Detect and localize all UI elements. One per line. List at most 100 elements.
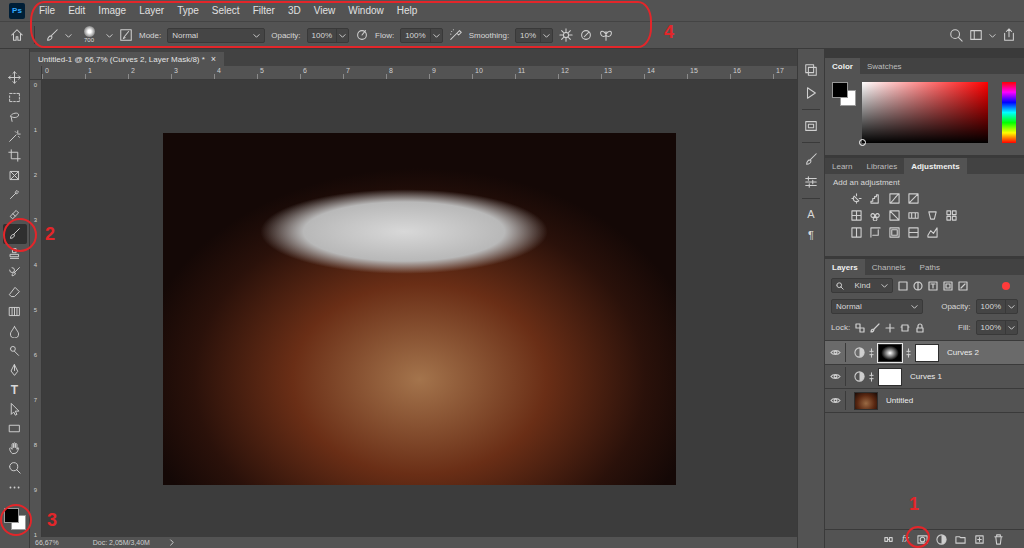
adjustment-icon[interactable] — [889, 193, 900, 204]
brush-preset-picker[interactable]: 700 — [78, 26, 100, 44]
color-picker-marker[interactable] — [859, 139, 866, 146]
link-icon[interactable] — [869, 348, 874, 358]
tool-button[interactable] — [3, 88, 27, 108]
chevron-icon[interactable] — [543, 32, 550, 39]
panel-tab[interactable]: Color — [825, 58, 860, 74]
adjustment-filter-icon[interactable] — [913, 281, 923, 291]
adjustment-icon[interactable] — [870, 193, 881, 204]
panel-tab[interactable]: Layers — [825, 259, 865, 275]
panel-tab[interactable]: Paths — [913, 259, 947, 275]
adjustment-icon[interactable] — [851, 227, 862, 238]
panel-tab[interactable]: Learn — [825, 158, 859, 174]
tool-button[interactable] — [3, 458, 27, 478]
tool-button[interactable] — [3, 439, 27, 459]
tool-button[interactable] — [3, 341, 27, 361]
ruler-origin[interactable] — [30, 66, 42, 80]
gear-icon[interactable] — [559, 28, 573, 42]
airbrush-icon[interactable] — [449, 28, 463, 42]
add-mask-icon[interactable] — [917, 534, 928, 545]
chevron-icon[interactable] — [989, 32, 996, 39]
menu-item[interactable]: Image — [98, 5, 126, 16]
menu-item[interactable]: Help — [397, 5, 418, 16]
tool-button[interactable] — [3, 68, 27, 88]
blend-mode-select[interactable]: Normal — [831, 299, 923, 314]
adjustment-icon[interactable] — [927, 227, 938, 238]
hue-slider[interactable] — [1002, 82, 1016, 143]
lock-all-icon[interactable] — [915, 323, 925, 333]
tool-button[interactable] — [3, 322, 27, 342]
tool-button[interactable] — [3, 166, 27, 186]
canvas[interactable] — [42, 80, 797, 537]
menu-item[interactable]: Window — [348, 5, 384, 16]
visibility-toggle[interactable] — [825, 391, 846, 410]
text-panel-icon[interactable]: ¶ — [808, 229, 814, 241]
layer-style-button[interactable]: fx — [902, 534, 909, 544]
tool-button[interactable] — [3, 419, 27, 439]
workspace-icon[interactable] — [969, 28, 983, 42]
visibility-toggle[interactable] — [825, 367, 846, 386]
pressure-opacity-icon[interactable] — [355, 28, 369, 42]
layer-mask-thumbnail[interactable] — [878, 344, 902, 362]
folder-icon[interactable] — [955, 534, 966, 545]
tool-button[interactable] — [3, 107, 27, 127]
fill-field[interactable]: 100% — [976, 320, 1018, 335]
adjustment-icon[interactable] — [851, 193, 862, 204]
menu-item[interactable]: File — [39, 5, 55, 16]
chevron-icon[interactable] — [339, 32, 346, 39]
tool-button[interactable] — [3, 478, 27, 498]
panel-tab[interactable]: Libraries — [859, 158, 904, 174]
adjustment-icon[interactable] — [889, 210, 900, 221]
tool-button[interactable] — [3, 224, 27, 244]
layer-name[interactable]: Untitled — [886, 396, 913, 405]
foreground-color[interactable] — [4, 508, 19, 523]
new-layer-icon[interactable] — [974, 534, 985, 545]
share-icon[interactable] — [1002, 28, 1016, 42]
tool-button[interactable] — [3, 127, 27, 147]
adjustment-icon[interactable] — [889, 227, 900, 238]
tool-button[interactable] — [3, 185, 27, 205]
chevron-icon[interactable] — [1008, 303, 1015, 310]
trash-icon[interactable] — [993, 534, 1004, 545]
vertical-ruler[interactable]: 012345678910 — [30, 80, 42, 537]
tool-button[interactable] — [3, 361, 27, 381]
chevron-icon[interactable] — [106, 32, 113, 39]
adjustment-icon[interactable] — [870, 227, 881, 238]
tool-button[interactable] — [3, 146, 27, 166]
lock-artboard-icon[interactable] — [900, 323, 910, 333]
actions-icon[interactable] — [804, 86, 818, 100]
arrow-icon[interactable] — [168, 539, 175, 546]
menu-item[interactable]: Layer — [139, 5, 164, 16]
symmetry-icon[interactable] — [599, 28, 613, 42]
menu-item[interactable]: Select — [212, 5, 240, 16]
layer-comps-icon[interactable] — [804, 119, 818, 133]
layer-name[interactable]: Curves 1 — [910, 372, 942, 381]
adjustment-icon[interactable] — [870, 210, 881, 221]
home-icon[interactable] — [10, 28, 24, 42]
chevron-icon[interactable] — [65, 32, 72, 39]
link-layers-icon[interactable] — [883, 534, 894, 545]
tool-button[interactable] — [3, 244, 27, 264]
brush-settings-icon[interactable] — [119, 28, 133, 42]
chevron-icon[interactable] — [433, 32, 440, 39]
tool-button[interactable] — [3, 302, 27, 322]
smart-object-filter-icon[interactable] — [958, 281, 968, 291]
chevron-icon[interactable] — [1008, 324, 1015, 331]
menu-item[interactable]: View — [314, 5, 336, 16]
layer-row[interactable]: Curves 1 — [825, 365, 1024, 389]
shape-filter-icon[interactable] — [943, 281, 953, 291]
search-icon[interactable] — [949, 28, 963, 42]
layer-opacity-field[interactable]: 100% — [976, 299, 1018, 314]
filter-toggle[interactable] — [1002, 282, 1010, 290]
layer-mask-thumbnail[interactable] — [878, 368, 902, 386]
adjustment-icon[interactable] — [927, 210, 938, 221]
layer-mask-thumbnail[interactable] — [915, 344, 939, 362]
menu-item[interactable]: Type — [177, 5, 199, 16]
app-logo[interactable]: Ps — [9, 3, 25, 19]
pressure-size-icon[interactable] — [579, 28, 593, 42]
adjustment-icon[interactable] — [851, 210, 862, 221]
adjustment-icon[interactable] — [946, 210, 957, 221]
brush-settings-icon[interactable] — [804, 152, 818, 166]
adjustment-icon[interactable] — [908, 210, 919, 221]
tool-button[interactable] — [3, 283, 27, 303]
layer-thumbnail[interactable] — [854, 392, 878, 410]
